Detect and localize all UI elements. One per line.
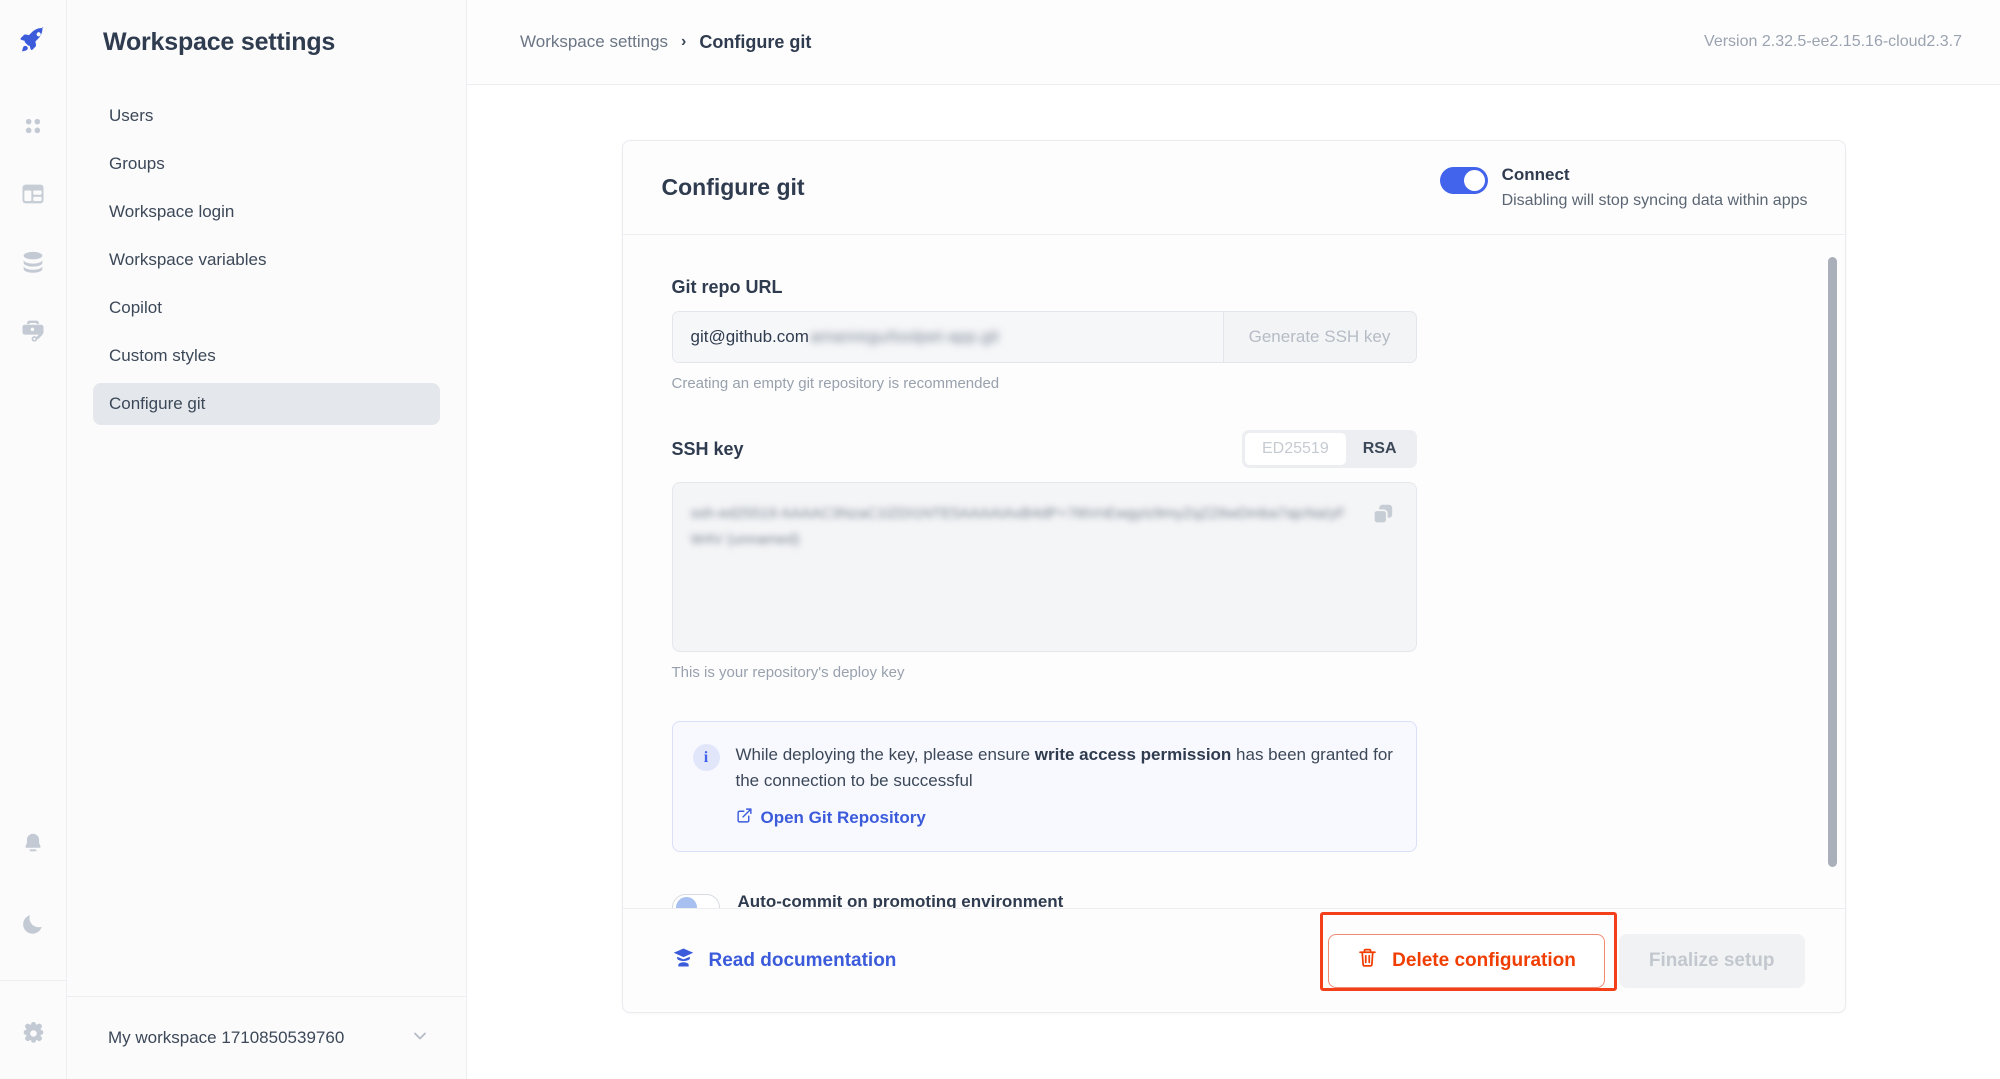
finalize-setup-button[interactable]: Finalize setup <box>1618 933 1805 988</box>
ssh-key-type-ed25519[interactable]: ED25519 <box>1245 433 1346 465</box>
info-banner-text: While deploying the key, please ensure w… <box>736 742 1394 793</box>
sidebar-item-workspace-variables[interactable]: Workspace variables <box>93 239 440 281</box>
open-git-repository-link[interactable]: Open Git Repository <box>736 807 926 829</box>
delete-configuration-label: Delete configuration <box>1392 949 1576 971</box>
ssh-key-value: ssh-ed25519 AAAAC3NzaC1lZDI1NTE5AAAAIAxB… <box>690 505 1346 549</box>
info-text-bold: write access permission <box>1034 745 1232 764</box>
auto-commit-text: Auto-commit on promoting environment App… <box>738 892 1417 908</box>
git-repo-url-redacted: amanregu/toolpet-app.git <box>809 327 999 346</box>
auto-commit-toggle-knob <box>675 897 697 908</box>
open-git-repository-label: Open Git Repository <box>760 808 926 827</box>
sidebar-item-label: Workspace variables <box>109 250 267 269</box>
workspace-switcher[interactable]: My workspace 1710850539760 <box>67 996 466 1079</box>
rail-divider <box>0 980 67 981</box>
info-icon: i <box>692 744 720 771</box>
sidebar-item-custom-styles[interactable]: Custom styles <box>93 335 440 377</box>
card-footer: Read documentation Delete configuration … <box>622 908 1845 1012</box>
workspace-tools-icon[interactable] <box>9 306 57 354</box>
workspace-name: My workspace 1710850539760 <box>108 1028 345 1047</box>
apps-grid-icon[interactable] <box>9 102 57 150</box>
finalize-setup-label: Finalize setup <box>1648 949 1775 971</box>
sidebar-title: Workspace settings <box>103 28 336 56</box>
trash-icon <box>1357 947 1378 974</box>
sidebar-item-label: Copilot <box>109 298 162 317</box>
configure-git-card: Configure git Connect Disabling will sto… <box>621 140 1846 1013</box>
sidebar-nav: Users Groups Workspace login Workspace v… <box>67 95 466 431</box>
graduation-cap-icon <box>672 946 695 975</box>
ssh-key-box: ssh-ed25519 AAAAC3NzaC1lZDI1NTE5AAAAIAxB… <box>671 482 1417 652</box>
git-repo-url-value: git@github.com <box>690 327 809 346</box>
breadcrumb: Workspace settings › Configure git <box>520 32 811 53</box>
main-area: Workspace settings › Configure git Versi… <box>467 0 2000 1079</box>
icon-rail-top <box>9 0 57 374</box>
breadcrumb-current: Configure git <box>699 31 812 52</box>
dark-mode-moon-icon[interactable] <box>9 900 57 948</box>
icon-rail-bottom <box>0 820 67 1079</box>
auto-commit-row: Auto-commit on promoting environment App… <box>671 892 1417 908</box>
connect-block: Connect Disabling will stop syncing data… <box>1439 165 1808 209</box>
ssh-key-type-segmented: ED25519 RSA <box>1242 430 1417 468</box>
write-access-info-banner: i While deploying the key, please ensure… <box>671 721 1417 852</box>
connect-label: Connect <box>1501 165 1570 185</box>
read-documentation-link[interactable]: Read documentation <box>672 946 897 975</box>
card-scrollbar-thumb[interactable] <box>1827 257 1837 867</box>
ssh-key-header: SSH key ED25519 RSA <box>672 430 1417 468</box>
connect-description: Disabling will stop syncing data within … <box>1501 191 1808 209</box>
chevron-down-icon <box>410 1026 430 1051</box>
rocket-logo-icon[interactable] <box>9 16 57 64</box>
card-body: Git repo URL git@github.com amanregu/tool… <box>623 235 1845 908</box>
sidebar-item-label: Users <box>109 106 154 125</box>
settings-gear-icon[interactable] <box>9 1009 57 1057</box>
ssh-key-hint: This is your repository's deploy key <box>671 664 905 681</box>
delete-configuration-button[interactable]: Delete configuration <box>1328 933 1605 988</box>
connect-text: Connect Disabling will stop syncing data… <box>1502 165 1808 209</box>
version-label: Version 2.32.5-ee2.15.16-cloud2.3.7 <box>1704 33 1962 50</box>
breadcrumb-separator-icon: › <box>681 33 687 50</box>
settings-sidebar: Workspace settings Users Groups Workspac… <box>67 0 467 1079</box>
ssh-key-label: SSH key <box>671 438 744 459</box>
footer-actions: Delete configuration Finalize setup <box>1328 933 1805 988</box>
card-scrollbar-track[interactable] <box>1827 247 1837 900</box>
git-repo-url-hint: Creating an empty git repository is reco… <box>671 375 1000 392</box>
sidebar-item-label: Workspace login <box>109 202 235 221</box>
sidebar-item-label: Groups <box>109 154 165 173</box>
info-text-before: While deploying the key, please ensure <box>735 745 1035 764</box>
auto-commit-toggle[interactable] <box>671 894 720 908</box>
app-root: Workspace settings Users Groups Workspac… <box>0 0 2000 1079</box>
connect-toggle[interactable] <box>1439 167 1488 195</box>
info-banner-content: While deploying the key, please ensure w… <box>736 742 1394 829</box>
card-header: Configure git Connect Disabling will sto… <box>622 141 1845 235</box>
connect-toggle-knob <box>1463 170 1485 192</box>
layout-dashboard-icon[interactable] <box>9 170 57 218</box>
card-title: Configure git <box>661 174 805 200</box>
generate-ssh-key-button[interactable]: Generate SSH key <box>1223 312 1416 362</box>
topbar: Workspace settings › Configure git Versi… <box>467 0 2000 85</box>
icon-rail <box>0 0 67 1079</box>
read-documentation-label: Read documentation <box>708 949 897 971</box>
auto-commit-title: Auto-commit on promoting environment <box>737 892 1064 908</box>
git-repo-url-label: Git repo URL <box>671 277 783 297</box>
git-repo-url-input[interactable]: git@github.com amanregu/toolpet-app.git <box>672 312 1224 362</box>
sidebar-item-label: Configure git <box>109 394 206 413</box>
sidebar-item-configure-git[interactable]: Configure git <box>93 383 440 425</box>
sidebar-item-label: Custom styles <box>109 346 216 365</box>
copy-icon[interactable] <box>1370 501 1396 532</box>
breadcrumb-root[interactable]: Workspace settings <box>520 32 668 52</box>
sidebar-item-users[interactable]: Users <box>93 95 440 137</box>
ssh-key-type-rsa[interactable]: RSA <box>1346 433 1414 465</box>
database-icon[interactable] <box>9 238 57 286</box>
sidebar-item-workspace-login[interactable]: Workspace login <box>93 191 440 233</box>
sidebar-item-groups[interactable]: Groups <box>93 143 440 185</box>
sidebar-item-copilot[interactable]: Copilot <box>93 287 440 329</box>
git-repo-url-row: git@github.com amanregu/toolpet-app.git G… <box>671 311 1417 363</box>
content-area: Configure git Connect Disabling will sto… <box>467 85 2000 1079</box>
external-link-icon <box>736 807 753 829</box>
notifications-bell-icon[interactable] <box>9 820 57 868</box>
